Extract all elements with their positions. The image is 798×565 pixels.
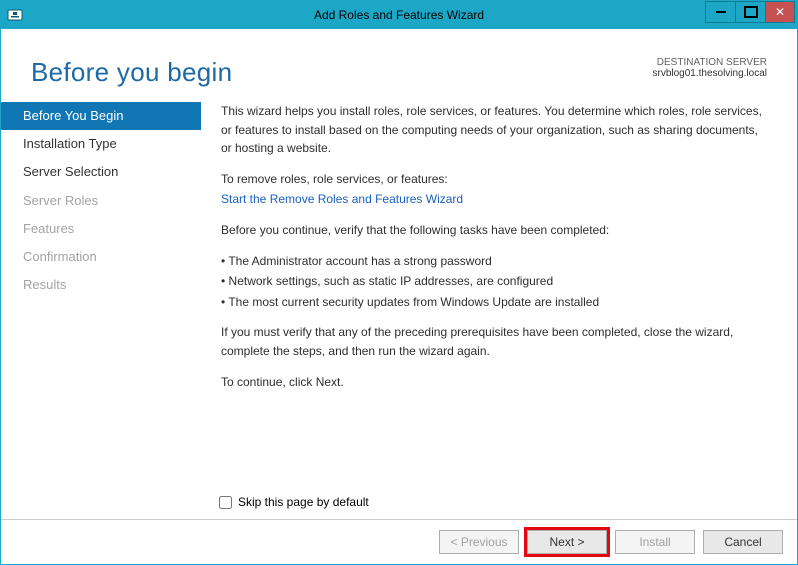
skip-label: Skip this page by default [238, 495, 369, 509]
sidebar-item-confirmation: Confirmation [1, 243, 201, 271]
titlebar: Add Roles and Features Wizard ✕ [1, 1, 797, 29]
sidebar-item-results: Results [1, 271, 201, 299]
destination-label: DESTINATION SERVER [652, 57, 767, 68]
previous-button: < Previous [439, 530, 519, 554]
prereq-item: The most current security updates from W… [221, 293, 767, 312]
wizard-sidebar: Before You Begin Installation Type Serve… [1, 102, 201, 403]
remove-lead: To remove roles, role services, or featu… [221, 170, 767, 189]
sidebar-item-features: Features [1, 215, 201, 243]
close-note: If you must verify that any of the prece… [221, 323, 767, 360]
cancel-button[interactable]: Cancel [703, 530, 783, 554]
install-button: Install [615, 530, 695, 554]
continue-text: To continue, click Next. [221, 373, 767, 392]
intro-text: This wizard helps you install roles, rol… [221, 102, 767, 158]
sidebar-item-server-roles: Server Roles [1, 187, 201, 215]
window-title: Add Roles and Features Wizard [0, 8, 798, 22]
verify-lead: Before you continue, verify that the fol… [221, 221, 767, 240]
next-button[interactable]: Next > [527, 530, 607, 554]
prereq-list: The Administrator account has a strong p… [221, 252, 767, 312]
skip-checkbox[interactable] [219, 496, 232, 509]
sidebar-item-server-selection[interactable]: Server Selection [1, 158, 201, 186]
destination-info: DESTINATION SERVER srvblog01.thesolving.… [652, 57, 767, 79]
prereq-item: Network settings, such as static IP addr… [221, 272, 767, 291]
remove-roles-link[interactable]: Start the Remove Roles and Features Wiza… [221, 190, 767, 209]
content-row: Before You Begin Installation Type Serve… [1, 102, 797, 403]
wizard-body: Before you begin DESTINATION SERVER srvb… [1, 29, 797, 564]
maximize-button[interactable] [735, 1, 765, 23]
page-title: Before you begin [31, 57, 232, 88]
main-wrap: Before You Begin Installation Type Serve… [1, 102, 797, 519]
sidebar-item-before-you-begin[interactable]: Before You Begin [1, 102, 201, 130]
header-area: Before you begin DESTINATION SERVER srvb… [1, 29, 797, 102]
wizard-window: Add Roles and Features Wizard ✕ Before y… [0, 0, 798, 565]
window-controls: ✕ [705, 1, 797, 29]
wizard-footer: < Previous Next > Install Cancel [1, 519, 797, 564]
app-icon [7, 7, 23, 23]
skip-row: Skip this page by default [219, 495, 369, 509]
close-button[interactable]: ✕ [765, 1, 795, 23]
prereq-item: The Administrator account has a strong p… [221, 252, 767, 271]
sidebar-item-installation-type[interactable]: Installation Type [1, 130, 201, 158]
minimize-button[interactable] [705, 1, 735, 23]
main-content: This wizard helps you install roles, rol… [201, 102, 797, 403]
destination-server: srvblog01.thesolving.local [652, 68, 767, 79]
